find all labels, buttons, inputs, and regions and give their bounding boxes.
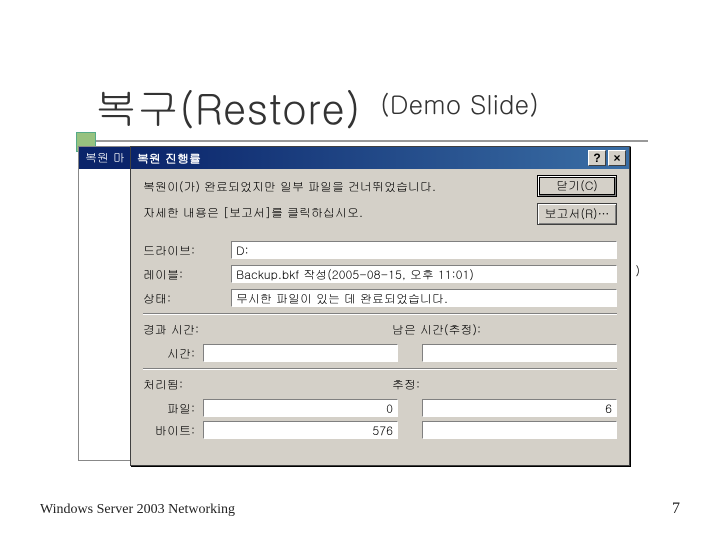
row-drive: 드라이브: D:	[143, 241, 617, 259]
dialog-body: 복원이(가) 완료되었지만 일부 파일을 건너뛰었습니다. 자세한 내용은 [보…	[131, 169, 629, 447]
separator-1	[143, 313, 617, 315]
count-columns: 처리됨: 추정:	[143, 376, 617, 395]
row-bytes: 바이트: 576	[143, 421, 617, 439]
fields-section: 드라이브: D: 레이블: Backup.bkf 작성(2005-08-15, …	[143, 241, 617, 307]
row-status: 상태: 무시한 파일이 있는 데 완료되었습니다.	[143, 289, 617, 307]
report-button[interactable]: 보고서(R)…	[537, 203, 617, 225]
stray-paren: )	[636, 262, 641, 279]
row-file: 파일: 0 6	[143, 399, 617, 417]
row-label: 레이블: Backup.bkf 작성(2005-08-15, 오후 11:01)	[143, 265, 617, 283]
help-icon[interactable]: ?	[588, 150, 606, 166]
value-remaining	[422, 344, 617, 362]
page-number: 7	[672, 500, 680, 518]
status-message-2: 자세한 내용은 [보고서]를 클릭하십시오.	[143, 205, 443, 221]
label-label: 레이블:	[143, 266, 231, 283]
value-drive: D:	[231, 241, 617, 259]
label-file: 파일:	[143, 400, 195, 417]
separator-2	[143, 368, 617, 370]
value-label: Backup.bkf 작성(2005-08-15, 오후 11:01)	[231, 265, 617, 283]
value-file-processed: 0	[203, 399, 398, 417]
dialog-title: 복원 진행률	[137, 150, 586, 167]
background-window-title: 복원 마	[79, 147, 131, 169]
status-message-1: 복원이(가) 완료되었지만 일부 파일을 건너뛰었습니다.	[143, 179, 443, 195]
label-processed: 처리됨:	[143, 376, 368, 393]
footer-text: Windows Server 2003 Networking	[40, 502, 235, 518]
row-time: 시간:	[143, 344, 617, 362]
value-file-estimated: 6	[422, 399, 617, 417]
value-elapsed	[203, 344, 398, 362]
label-estimated: 추정:	[392, 376, 617, 393]
slide-subtitle: (Demo Slide)	[380, 86, 539, 122]
label-remaining: 남은 시간(추정):	[392, 321, 617, 338]
slide: 복구(Restore) (Demo Slide) 복원 마 ) 복원 진행률 ?…	[0, 0, 720, 540]
label-status: 상태:	[143, 290, 231, 307]
value-status: 무시한 파일이 있는 데 완료되었습니다.	[231, 289, 617, 307]
label-bytes: 바이트:	[143, 422, 195, 439]
label-time: 시간:	[143, 345, 195, 362]
title-rule	[78, 140, 648, 142]
time-columns: 경과 시간: 남은 시간(추정):	[143, 321, 617, 340]
dialog-titlebar: 복원 진행률 ? ×	[131, 147, 629, 169]
value-bytes-processed: 576	[203, 421, 398, 439]
close-button[interactable]: 닫기(C)	[537, 175, 617, 197]
close-icon[interactable]: ×	[608, 150, 626, 166]
slide-title: 복구(Restore)	[95, 76, 361, 136]
label-drive: 드라이브:	[143, 242, 231, 259]
restore-progress-dialog: 복원 진행률 ? × 복원이(가) 완료되었지만 일부 파일을 건너뛰었습니다.…	[130, 146, 630, 466]
label-elapsed: 경과 시간:	[143, 321, 368, 338]
value-bytes-estimated	[422, 421, 617, 439]
